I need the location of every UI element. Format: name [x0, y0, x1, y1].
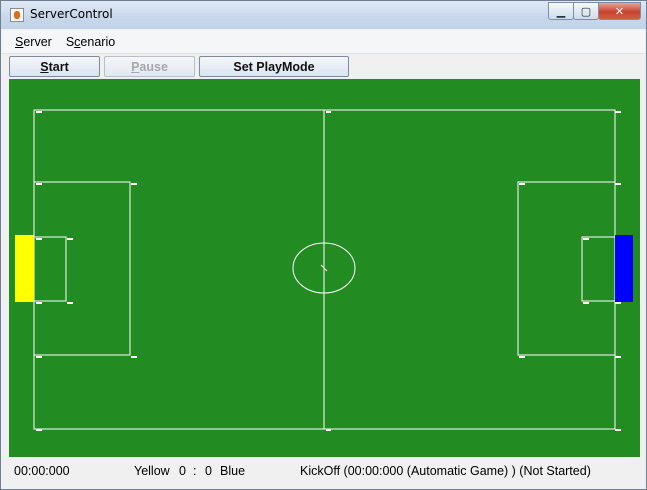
reference-mark	[36, 429, 42, 431]
close-button[interactable]: ✕	[598, 2, 641, 20]
java-app-icon	[10, 8, 24, 22]
menu-server[interactable]: Server	[15, 35, 52, 49]
minimize-button[interactable]: ▁	[548, 2, 574, 20]
start-button[interactable]: Start	[9, 56, 100, 77]
reference-mark	[615, 111, 621, 113]
yellow-score: 0	[179, 464, 186, 478]
field-canvas[interactable]	[9, 79, 640, 457]
maximize-button[interactable]: ▢	[573, 2, 599, 20]
reference-mark	[615, 356, 621, 358]
pause-label: ause	[139, 59, 168, 74]
blue-goal	[615, 235, 633, 302]
reference-mark	[67, 302, 73, 304]
reference-mark	[131, 356, 137, 358]
blue-team-label: Blue	[220, 464, 246, 478]
title-bar[interactable]: ServerControl ▁ ▢ ✕	[1, 1, 646, 29]
blue-score: 0	[205, 464, 212, 478]
reference-mark	[36, 183, 42, 185]
set-playmode-button[interactable]: Set PlayMode	[199, 56, 349, 77]
reference-mark	[36, 238, 42, 240]
reference-mark	[36, 302, 42, 304]
window-title: ServerControl	[30, 7, 113, 21]
reference-mark	[36, 356, 42, 358]
close-icon: ✕	[614, 4, 625, 18]
playmode-status: KickOff (00:00:000 (Automatic Game) ) (N…	[300, 464, 591, 478]
score-separator: :	[193, 464, 197, 478]
status-bar: 00:00:000 Yellow 0 : 0 Blue KickOff (00:…	[2, 459, 645, 483]
reference-mark	[326, 429, 331, 431]
menu-server-label: erver	[23, 34, 52, 49]
reference-mark	[615, 183, 621, 185]
reference-mark	[131, 183, 137, 185]
soccer-field[interactable]	[9, 79, 640, 457]
reference-mark	[36, 111, 42, 113]
reference-mark	[67, 238, 73, 240]
server-control-window: ServerControl ▁ ▢ ✕ Server Scenario Star…	[0, 0, 647, 490]
start-mnemonic: S	[40, 59, 49, 74]
reference-mark	[519, 183, 525, 185]
pause-mnemonic: P	[131, 59, 140, 74]
reference-mark	[615, 302, 621, 304]
yellow-team-label: Yellow	[134, 464, 170, 478]
caption-buttons: ▁ ▢ ✕	[548, 2, 641, 21]
reference-mark	[326, 111, 331, 113]
reference-mark	[583, 238, 589, 240]
yellow-goal	[15, 235, 34, 302]
menu-scenario-label: enario	[80, 34, 116, 49]
set-playmode-label: Set PlayMode	[233, 59, 315, 74]
minimize-icon: ▁	[556, 4, 566, 18]
reference-mark	[583, 302, 589, 304]
start-label: tart	[48, 59, 69, 74]
pause-button[interactable]: Pause	[104, 56, 195, 77]
game-time: 00:00:000	[14, 464, 70, 478]
reference-mark	[615, 429, 621, 431]
menu-bar: Server Scenario	[2, 30, 645, 54]
menu-scenario-label-start: S	[65, 34, 75, 49]
maximize-icon: ▢	[580, 4, 592, 18]
reference-mark	[519, 356, 525, 358]
menu-scenario[interactable]: Scenario	[66, 35, 115, 49]
